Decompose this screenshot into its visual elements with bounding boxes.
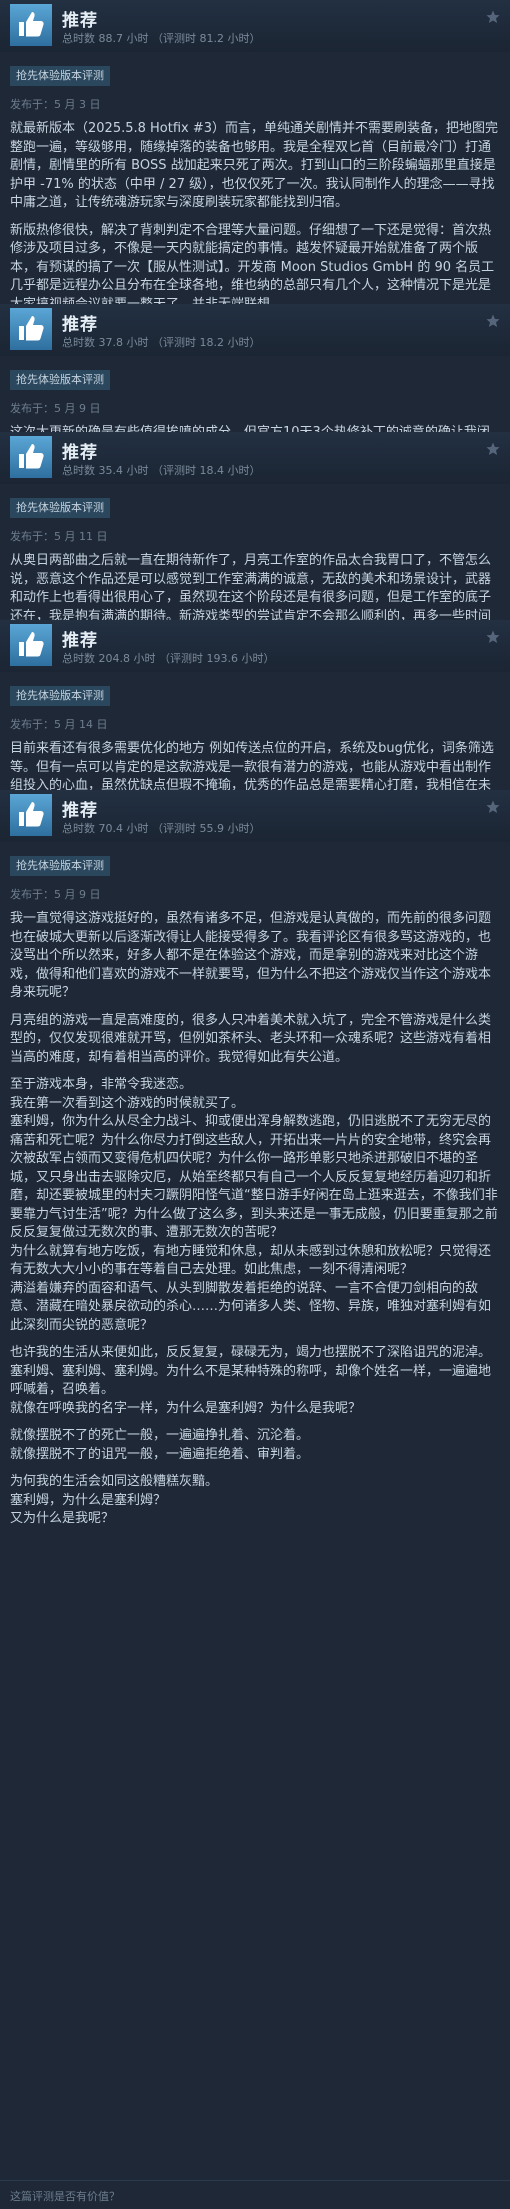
posted-date: 发布于：5 月 9 日: [10, 402, 101, 415]
playtime-text: 总时数 88.7 小时 （评测时 81.2 小时）: [62, 32, 261, 45]
award-star-icon[interactable]: [486, 630, 500, 644]
early-access-badge: 抢先体验版本评测: [10, 856, 110, 876]
award-star-icon[interactable]: [486, 800, 500, 814]
review-body: 就最新版本（2025.5.8 Hotfix #3）而言，单纯通关剧情并不需要刷装…: [10, 120, 500, 323]
review-paragraph: 也许我的生活从来便如此，反反复复，碌碌无为，竭力也摆脱不了深陷诅咒的泥淖。 塞利…: [10, 1345, 492, 1416]
early-access-badge: 抢先体验版本评测: [10, 498, 110, 518]
playtime-text: 总时数 37.8 小时 （评测时 18.2 小时）: [62, 336, 261, 349]
review-paragraph: 新版热修很快，解决了背刺判定不合理等大量问题。仔细想了一下还是觉得：首次热修涉及…: [10, 222, 495, 312]
posted-date: 发布于：5 月 11 日: [10, 530, 108, 543]
review-paragraph: 就最新版本（2025.5.8 Hotfix #3）而言，单纯通关剧情并不需要刷装…: [10, 121, 499, 210]
early-access-badge: 抢先体验版本评测: [10, 686, 110, 706]
review-paragraph: 为何我的生活会如同这般糟糕灰黯。 塞利姆，为什么是塞利姆？ 又为什么是我呢？: [10, 1474, 219, 1526]
posted-date: 发布于：5 月 3 日: [10, 98, 101, 111]
recommend-label: 推荐: [62, 631, 98, 651]
recommend-label: 推荐: [62, 11, 98, 31]
recommend-label: 推荐: [62, 315, 98, 335]
posted-date: 发布于：5 月 9 日: [10, 888, 101, 901]
review-header: 推荐 总时数 37.8 小时 （评测时 18.2 小时）: [0, 304, 510, 356]
review-header: 推荐 总时数 70.4 小时 （评测时 55.9 小时）: [0, 790, 510, 842]
helpful-question: 这篇评测是否有价值？: [10, 2190, 120, 2203]
playtime-text: 总时数 204.8 小时 （评测时 193.6 小时）: [62, 652, 275, 665]
review-paragraph: 至于游戏本身，非常令我迷恋。 我在第一次看到这个游戏的时候就买了。 塞利姆，你为…: [10, 1077, 498, 1333]
posted-date: 发布于：5 月 14 日: [10, 718, 108, 731]
review-body: 我一直觉得这游戏挺好的，虽然有诸多不足，但游戏是认真做的，而先前的很多问题也在破…: [10, 910, 500, 1538]
early-access-badge: 抢先体验版本评测: [10, 66, 110, 86]
award-star-icon[interactable]: [486, 10, 500, 24]
recommend-label: 推荐: [62, 801, 98, 821]
review-header: 推荐 总时数 88.7 小时 （评测时 81.2 小时）: [0, 0, 510, 52]
thumbs-up-icon: [10, 308, 52, 350]
review-paragraph: 就像摆脱不了的死亡一般，一遍遍挣扎着、沉沦着。 就像摆脱不了的诅咒一般，一遍遍拒…: [10, 1428, 310, 1462]
divider: [0, 2180, 510, 2181]
review-paragraph: 月亮组的游戏一直是高难度的，很多人只冲着美术就入坑了，完全不管游戏是什么类型的，…: [10, 1012, 492, 1065]
thumbs-up-icon: [10, 436, 52, 478]
award-star-icon[interactable]: [486, 442, 500, 456]
thumbs-up-icon: [10, 624, 52, 666]
early-access-badge: 抢先体验版本评测: [10, 370, 110, 390]
playtime-text: 总时数 35.4 小时 （评测时 18.4 小时）: [62, 464, 261, 477]
thumbs-up-icon: [10, 4, 52, 46]
recommend-label: 推荐: [62, 443, 98, 463]
thumbs-up-icon: [10, 794, 52, 836]
review-header: 推荐 总时数 204.8 小时 （评测时 193.6 小时）: [0, 620, 510, 672]
playtime-text: 总时数 70.4 小时 （评测时 55.9 小时）: [62, 822, 261, 835]
award-star-icon[interactable]: [486, 314, 500, 328]
review-paragraph: 我一直觉得这游戏挺好的，虽然有诸多不足，但游戏是认真做的，而先前的很多问题也在破…: [10, 911, 492, 1000]
review-header: 推荐 总时数 35.4 小时 （评测时 18.4 小时）: [0, 432, 510, 484]
